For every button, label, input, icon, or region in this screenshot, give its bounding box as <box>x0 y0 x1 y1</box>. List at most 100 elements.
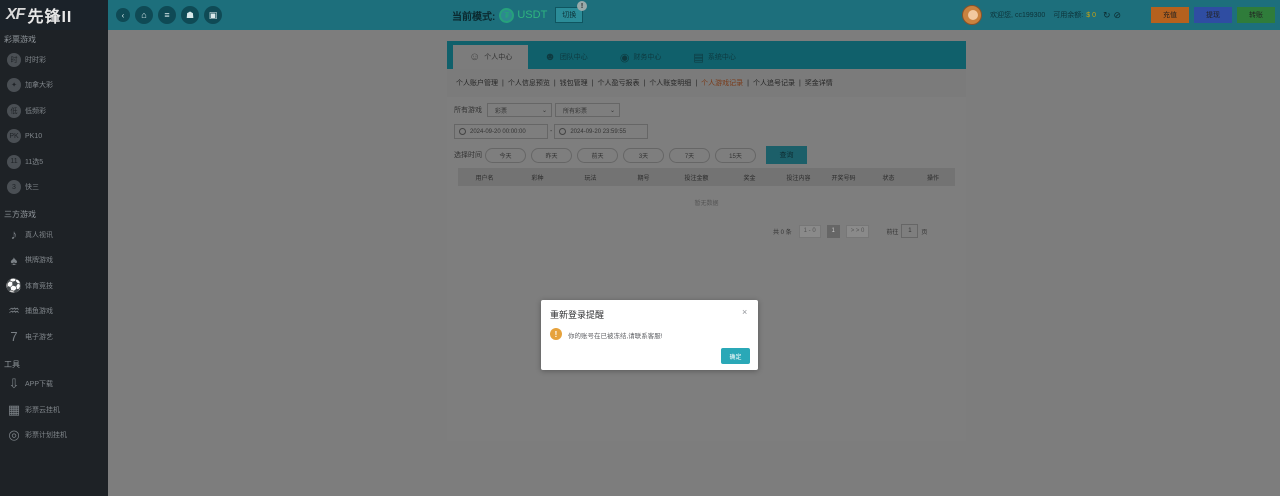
sidebar-item-label: 时时彩 <box>25 56 46 64</box>
column-header: 开奖号码 <box>831 175 856 182</box>
subnav-item[interactable]: 个人信息预览 <box>505 78 553 88</box>
soccer-icon: ⚽ <box>5 277 23 293</box>
logo[interactable]: XF 先锋II <box>0 0 108 30</box>
currency-mode: 当前模式: ₮ USDT 切换 ! <box>452 1 587 23</box>
team-icon: ☻ <box>544 51 556 63</box>
table-header: 用户名 彩种 玩法 期号 投注金额 奖金 投注内容 开奖号码 状态 操作 <box>458 168 955 186</box>
subnav-item[interactable]: 奖金详情 <box>802 78 836 88</box>
tab-finance[interactable]: ◉ 财务中心 <box>604 45 678 69</box>
transfer-button[interactable]: 转账 <box>1237 7 1275 23</box>
account-icon[interactable]: ☗ <box>181 6 199 24</box>
mode-label: 当前模式: <box>452 11 496 23</box>
date-from-value: 2024-09-20 00:00:00 <box>470 128 526 135</box>
tab-team[interactable]: ☻ 团队中心 <box>528 45 604 69</box>
sidebar-item[interactable]: 11 11选5 <box>0 149 108 175</box>
subnav-item[interactable]: 个人游戏记录 <box>698 78 746 88</box>
refresh-icon[interactable]: ↻ <box>1103 10 1111 21</box>
column-header: 奖金 <box>743 175 756 182</box>
chevron-down-icon: ⌄ <box>609 107 615 114</box>
tab-label: 个人中心 <box>484 54 513 61</box>
sidebar-item[interactable]: ♒ 捕鱼游戏 <box>0 299 108 325</box>
sidebar: 彩票游戏时时时彩 ✦ 加拿大彩低低频彩 PK PK10 11 11选5 3 快三 三方游戏 ♪ 真人视… <box>0 30 108 496</box>
tab-system[interactable]: ▤ 系统中心 <box>677 45 751 69</box>
subnav-item[interactable]: 钱包管理 <box>557 78 591 88</box>
gift-icon[interactable]: ▣ <box>204 6 222 24</box>
filter-row-game: 所有游戏 彩票 ⌄ 所有彩票 ⌄ <box>454 103 620 117</box>
home-icon[interactable]: ⌂ <box>135 6 153 24</box>
page-suffix: 页 <box>921 229 928 236</box>
sidebar-item-label: 彩票云挂机 <box>25 406 60 414</box>
sidebar-item[interactable]: ♠ 棋牌游戏 <box>0 248 108 274</box>
quick-range-button[interactable]: 昨天 <box>531 147 572 163</box>
quick-range-button[interactable]: 15天 <box>715 147 756 163</box>
menu-icon[interactable]: ≡ <box>158 6 176 24</box>
quick-range-button[interactable]: 3天 <box>623 147 664 163</box>
sidebar-item[interactable]: 低低频彩 <box>0 98 108 124</box>
sidebar-item[interactable]: ▦ 彩票云挂机 <box>0 397 108 423</box>
recharge-button[interactable]: 充值 <box>1151 7 1189 23</box>
game-type-select[interactable]: 彩票 ⌄ <box>487 103 552 117</box>
tab-user[interactable]: ☺ 个人中心 <box>453 45 529 69</box>
sidebar-item[interactable]: ◎ 彩票计划挂机 <box>0 423 108 449</box>
withdraw-button[interactable]: 提现 <box>1194 7 1232 23</box>
sidebar-section-title: 工具 <box>4 359 20 369</box>
sidebar-item-label: 低频彩 <box>25 107 46 115</box>
tab-label: 系统中心 <box>707 54 736 61</box>
logo-mark: XF <box>6 6 25 23</box>
sidebar-item-label: 彩票计划挂机 <box>25 432 67 440</box>
subnav-item[interactable]: 个人盈亏报表 <box>594 78 642 88</box>
clock-icon <box>559 128 567 135</box>
sidebar-item[interactable]: PK PK10 <box>0 124 108 150</box>
sidebar-item-label: 棋牌游戏 <box>25 257 53 265</box>
game-type-value: 彩票 <box>495 108 508 115</box>
subnav-item[interactable]: 个人账户管理 <box>453 78 501 88</box>
page-number[interactable]: 1 <box>826 224 840 238</box>
quick-range-button[interactable]: 今天 <box>485 147 526 163</box>
sidebar-item[interactable]: 时时时彩 <box>0 47 108 73</box>
goto-page-input[interactable]: 1 <box>901 224 919 238</box>
date-from-input[interactable]: 2024-09-20 00:00:00 <box>454 124 548 139</box>
sidebar-item-label: 电子游艺 <box>25 333 53 341</box>
filter-row-time: 选择时间 今天 昨天 前天 3天 7天 15天 查询 <box>454 146 807 164</box>
subnav-item[interactable]: 个人账变明细 <box>646 78 694 88</box>
sidebar-item[interactable]: ⇩ APP下载 <box>0 372 108 398</box>
sidebar-item-label: 体育竞技 <box>25 282 53 290</box>
sidebar-item[interactable]: 7 电子游艺 <box>0 324 108 350</box>
welcome-text: 欢迎您, <box>990 12 1013 19</box>
query-button[interactable]: 查询 <box>766 146 807 164</box>
back-icon[interactable]: ‹ <box>116 8 130 22</box>
total-count: 共 0 条 <box>773 229 792 236</box>
sidebar-item[interactable]: 3 快三 <box>0 175 108 201</box>
fish-icon: ♒ <box>8 303 20 319</box>
column-header: 彩种 <box>531 175 544 182</box>
date-separator: - <box>550 128 553 135</box>
confirm-button[interactable]: 确定 <box>721 348 750 364</box>
avatar[interactable] <box>962 5 982 25</box>
close-icon[interactable]: × <box>742 307 747 317</box>
plan-bot-icon: ◎ <box>8 427 20 443</box>
notice-badge[interactable]: ! <box>577 1 587 11</box>
hide-balance-icon[interactable]: ⊘ <box>1114 10 1122 21</box>
user-icon: ☺ <box>469 51 481 63</box>
column-header: 投注内容 <box>786 175 811 182</box>
quick-range-button[interactable]: 7天 <box>669 147 710 163</box>
lottery-value: 所有彩票 <box>563 108 588 115</box>
date-to-input[interactable]: 2024-09-20 23:59:55 <box>554 124 649 139</box>
quick-range-button[interactable]: 前天 <box>577 147 618 163</box>
sidebar-item-label: APP下载 <box>25 381 54 389</box>
goto-label: 前往 <box>886 229 899 236</box>
sidebar-item[interactable]: ♪ 真人视讯 <box>0 222 108 248</box>
live-casino-icon: ♪ <box>10 227 18 243</box>
empty-table-text: 暂无数据 <box>694 201 719 207</box>
sidebar-item[interactable]: ⚽ 体育竞技 <box>0 273 108 299</box>
clock-icon: 时 <box>7 52 21 67</box>
subnav-item[interactable]: 个人追号记录 <box>750 78 798 88</box>
dialog-title: 重新登录提醒 <box>550 310 605 320</box>
date-to-value: 2024-09-20 23:59:55 <box>570 128 627 135</box>
tab-label: 财务中心 <box>633 54 662 61</box>
column-header: 投注金额 <box>684 175 709 182</box>
sidebar-item[interactable]: ✦ 加拿大彩 <box>0 73 108 99</box>
next-page-button[interactable]: > > 0 <box>845 224 870 238</box>
lottery-select[interactable]: 所有彩票 ⌄ <box>555 103 620 117</box>
prev-page-button[interactable]: 1 - 0 <box>798 224 821 238</box>
